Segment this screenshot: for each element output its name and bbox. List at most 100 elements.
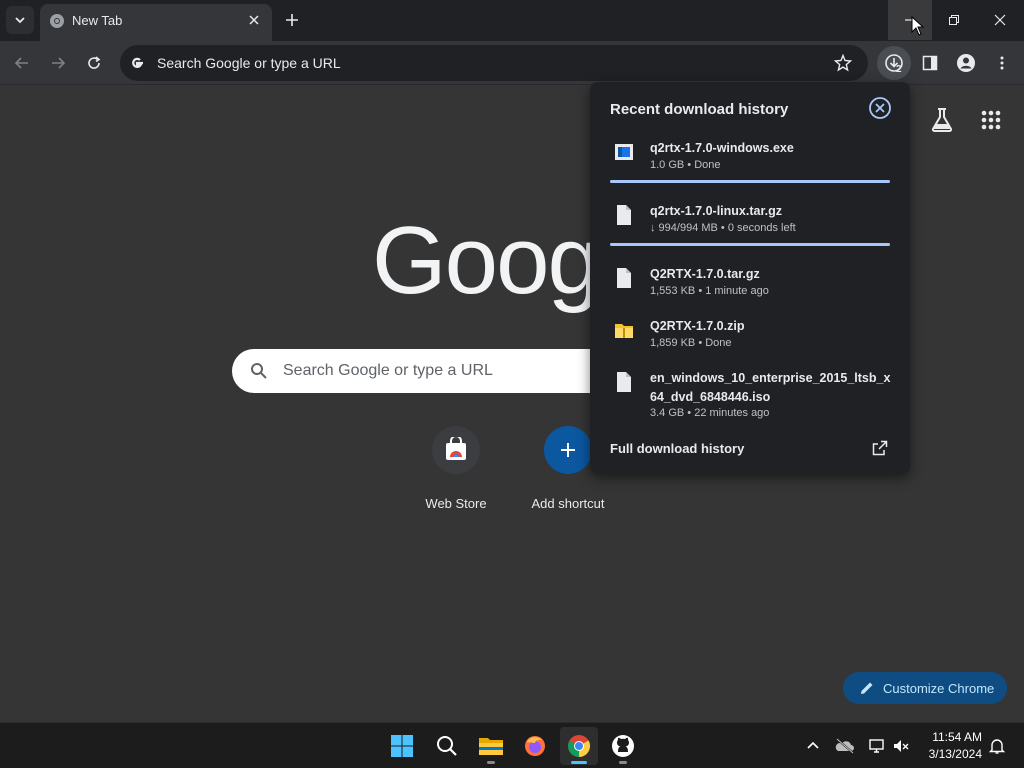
download-item[interactable]: q2rtx-1.7.0-windows.exe 1.0 GB • Done: [590, 138, 910, 186]
close-window-button[interactable]: [978, 0, 1022, 40]
download-item[interactable]: Q2RTX-1.7.0.zip 1,859 KB • Done: [590, 317, 910, 357]
open-in-new-icon[interactable]: [872, 440, 888, 456]
plus-icon: [561, 443, 575, 457]
chevron-up-icon[interactable]: [804, 737, 822, 755]
add-shortcut-tile: [544, 426, 592, 474]
download-meta: 1.0 GB • Done: [650, 159, 721, 171]
onedrive-offline-icon[interactable]: [835, 737, 855, 755]
tab-close-button[interactable]: [244, 10, 264, 30]
close-icon: [994, 14, 1006, 26]
profile-button[interactable]: [954, 51, 978, 75]
download-meta: 1,859 KB • Done: [650, 337, 732, 349]
tab-search-button[interactable]: [6, 6, 34, 34]
taskbar: 11:54 AM 3/13/2024: [0, 722, 1024, 768]
clock-date[interactable]: 3/13/2024: [920, 747, 982, 761]
file-icon: [617, 372, 631, 392]
back-button[interactable]: [10, 51, 34, 75]
search-icon: [437, 736, 457, 756]
running-indicator: [487, 761, 495, 764]
full-download-history-link[interactable]: Full download history: [610, 441, 744, 456]
plus-icon: [286, 14, 298, 26]
web-store-icon: [446, 437, 466, 460]
tab-new-tab[interactable]: New Tab: [40, 4, 272, 41]
forward-button[interactable]: [46, 51, 70, 75]
search-placeholder: Search Google or type a URL: [283, 362, 493, 379]
downloads-button[interactable]: [877, 46, 911, 80]
chrome-window: New Tab Search Google or type a URL 2 Go…: [0, 0, 1024, 768]
clock-time[interactable]: 11:54 AM: [926, 730, 982, 744]
firefox-button[interactable]: [516, 727, 554, 765]
close-circle-icon[interactable]: [868, 96, 892, 120]
download-name: Q2RTX-1.7.0.zip: [650, 319, 745, 333]
download-progress-bar: [610, 180, 890, 183]
download-name: q2rtx-1.7.0-windows.exe: [650, 141, 794, 155]
web-store-label: Web Store: [425, 496, 487, 511]
shortcut-web-store[interactable]: Web Store: [400, 426, 512, 511]
chrome-favicon-icon: [50, 14, 64, 28]
download-meta: ↓ 994/994 MB • 0 seconds left: [650, 222, 796, 234]
google-g-icon: [132, 57, 143, 68]
github-icon: [612, 735, 634, 757]
reload-button[interactable]: [82, 51, 106, 75]
profile-icon: [957, 54, 975, 72]
customize-chrome-button[interactable]: Customize Chrome: [843, 672, 1007, 704]
customize-chrome-label: Customize Chrome: [883, 681, 995, 696]
download-name: Q2RTX-1.7.0.tar.gz: [650, 267, 760, 281]
side-panel-button[interactable]: [918, 51, 942, 75]
folder-icon: [479, 738, 503, 755]
arrow-left-icon: [14, 57, 28, 69]
notification-bell-icon[interactable]: [988, 737, 1006, 755]
restore-button[interactable]: [932, 0, 976, 40]
file-icon: [617, 268, 631, 288]
file-icon: [617, 205, 631, 225]
minimize-button[interactable]: [888, 0, 932, 40]
title-bar: New Tab: [0, 0, 1024, 41]
network-icon[interactable]: [868, 737, 886, 755]
download-name: en_windows_10_enterprise_2015_ltsb_x64_d…: [650, 371, 891, 404]
taskbar-search-button[interactable]: [428, 727, 466, 765]
close-icon: [249, 15, 259, 25]
mouse-cursor-icon: [911, 16, 925, 36]
side-panel-icon: [922, 55, 938, 71]
omnibox[interactable]: Search Google or type a URL: [120, 45, 868, 81]
downloads-badge: 2: [896, 64, 902, 75]
add-shortcut-label: Add shortcut: [531, 496, 605, 511]
download-meta: 3.4 GB • 22 minutes ago: [650, 407, 770, 419]
file-explorer-button[interactable]: [472, 727, 510, 765]
reload-icon: [88, 56, 101, 69]
bookmark-star-icon[interactable]: [834, 54, 852, 72]
download-item[interactable]: Q2RTX-1.7.0.tar.gz 1,553 KB • 1 minute a…: [590, 265, 910, 305]
arrow-right-icon: [52, 57, 66, 69]
chevron-down-icon: [15, 17, 25, 24]
firefox-icon: [525, 736, 545, 756]
chrome-icon: [568, 735, 590, 757]
volume-muted-icon[interactable]: [892, 737, 910, 755]
toolbar: Search Google or type a URL 2: [0, 41, 1024, 85]
github-button[interactable]: [604, 727, 642, 765]
restore-icon: [949, 15, 959, 25]
google-logo: Goog: [372, 207, 601, 314]
download-name: q2rtx-1.7.0-linux.tar.gz: [650, 204, 782, 218]
start-button[interactable]: [383, 727, 421, 765]
active-indicator: [571, 761, 587, 764]
pencil-icon: [861, 682, 873, 694]
tab-title: New Tab: [72, 13, 123, 28]
download-meta: 1,553 KB • 1 minute ago: [650, 285, 769, 297]
download-item[interactable]: en_windows_10_enterprise_2015_ltsb_x64_d…: [590, 369, 910, 427]
menu-button[interactable]: [990, 51, 1014, 75]
download-history-popup: Recent download history q2rtx-1.7.0-wind…: [590, 82, 910, 474]
google-apps-icon[interactable]: [977, 106, 1005, 134]
more-vert-icon: [1000, 56, 1004, 70]
omnibox-text: Search Google or type a URL: [157, 55, 341, 71]
exe-file-icon: [615, 144, 633, 160]
labs-flask-icon[interactable]: [928, 106, 956, 134]
search-icon: [251, 363, 267, 379]
new-tab-button[interactable]: [280, 8, 304, 32]
download-progress-bar: [610, 243, 890, 246]
running-indicator: [619, 761, 627, 764]
download-item[interactable]: q2rtx-1.7.0-linux.tar.gz ↓ 994/994 MB • …: [590, 202, 910, 242]
windows-logo-icon: [391, 735, 413, 757]
chrome-taskbar-button[interactable]: [560, 727, 598, 765]
web-store-tile: [432, 426, 480, 474]
popup-title: Recent download history: [610, 101, 789, 118]
